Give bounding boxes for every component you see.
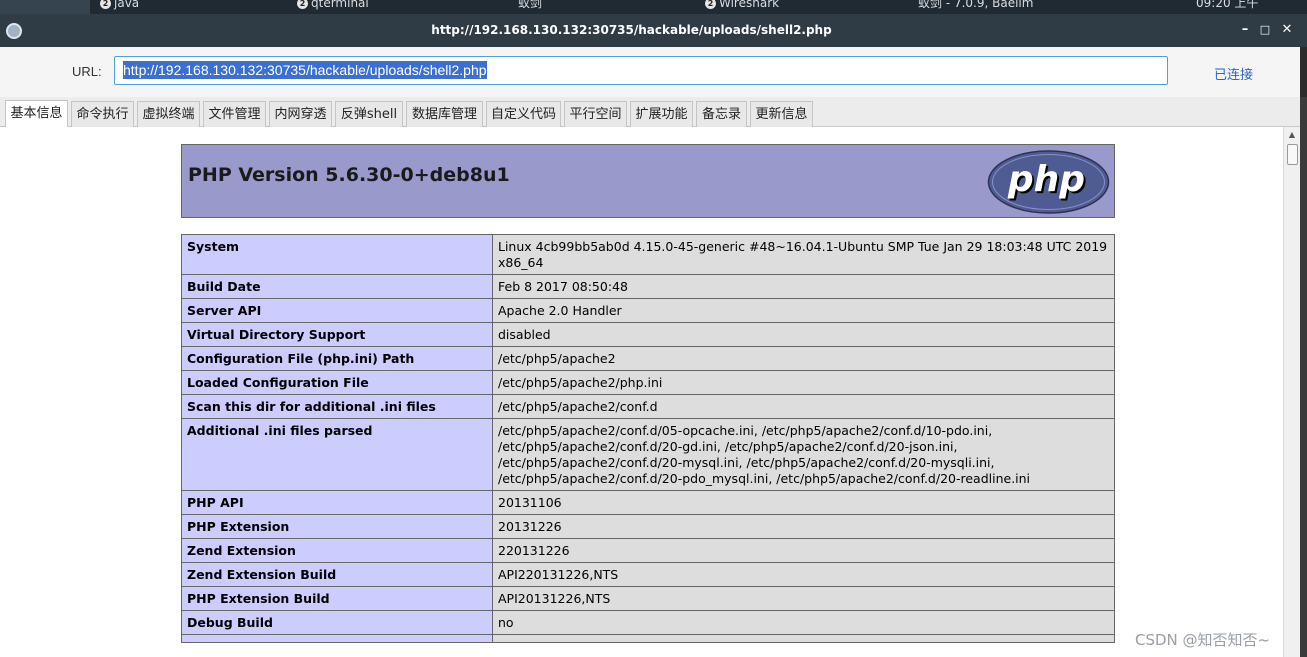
tab-database-manager[interactable]: 数据库管理 <box>406 101 483 127</box>
tab-file-manager[interactable]: 文件管理 <box>203 101 266 127</box>
info-value: 20131226 <box>492 514 1115 539</box>
url-value: http://192.168.130.132:30735/hackable/up… <box>123 61 487 79</box>
taskbar-item-wireshark[interactable]: 2 Wireshark <box>705 0 779 12</box>
table-row: Scan this dir for additional .ini files /… <box>181 394 1115 419</box>
clock-label: 09:20 上午 <box>1196 0 1259 10</box>
close-button[interactable]: ✕ <box>1280 23 1294 37</box>
info-value: 20131106 <box>492 490 1115 515</box>
info-value: /etc/php5/apache2/conf.d <box>492 394 1115 419</box>
window-edge <box>1300 97 1307 657</box>
info-value: Apache 2.0 Handler <box>492 298 1115 323</box>
tab-parallel-space[interactable]: 平行空间 <box>564 101 627 127</box>
info-key: Build Date <box>181 274 493 299</box>
info-key: System <box>181 234 493 275</box>
info-value: 220131226 <box>492 538 1115 563</box>
taskbar: 2 java 2 qterminal 蚁剑 2 Wireshark 蚁剑 - 7.0.… <box>0 0 1307 14</box>
info-value: /etc/php5/apache2 <box>492 346 1115 371</box>
vertical-scrollbar[interactable]: ▲ <box>1283 127 1300 657</box>
table-row: Configuration File (php.ini) Path/etc/ph… <box>181 346 1115 371</box>
taskbar-item-label: java <box>114 0 140 10</box>
taskbar-active-item[interactable] <box>0 0 90 14</box>
table-row <box>181 634 1115 643</box>
table-row: PHP Extension Build API20131226,NTS <box>181 586 1115 611</box>
taskbar-item-label: Wireshark <box>719 0 780 10</box>
info-value: no <box>492 610 1115 635</box>
window-title: http://192.168.130.132:30735/hackable/up… <box>431 23 832 37</box>
window-count-icon: 2 <box>297 0 308 9</box>
watermark: CSDN @知否知否~ <box>1135 631 1271 649</box>
taskbar-item-label: 蚁剑 <box>518 0 543 10</box>
tab-update-info[interactable]: 更新信息 <box>750 101 813 127</box>
tab-intranet-tunnel[interactable]: 内网穿透 <box>269 101 332 127</box>
scroll-up-arrow-icon[interactable]: ▲ <box>1284 127 1300 142</box>
info-value: /etc/php5/apache2/conf.d/05-opcache.ini,… <box>492 418 1115 491</box>
info-key: Server API <box>181 298 493 323</box>
minimize-button[interactable]: – <box>1238 23 1252 37</box>
tab-reverse-shell[interactable]: 反弹shell <box>335 101 403 127</box>
taskbar-item-antsword[interactable]: 蚁剑 <box>500 0 542 12</box>
taskbar-item-label: qterminal <box>311 0 369 10</box>
taskbar-item-label: 蚁剑 - 7.0.9, Baelim <box>918 0 1034 10</box>
tab-basic-info[interactable]: 基本信息 <box>5 100 68 128</box>
info-key: Zend Extension <box>181 538 493 563</box>
info-value: Feb 8 2017 08:50:48 <box>492 274 1115 299</box>
table-row: Debug Build no <box>181 610 1115 635</box>
table-row: Server API Apache 2.0 Handler <box>181 298 1115 323</box>
taskbar-item-antsword-2[interactable]: 蚁剑 - 7.0.9, Baelim <box>900 0 1033 12</box>
php-version-header: PHP Version 5.6.30-0+deb8u1 php php <box>181 144 1115 218</box>
table-row: Build Date Feb 8 2017 08:50:48 <box>181 274 1115 299</box>
table-row: Zend Extension 220131226 <box>181 538 1115 563</box>
info-key: Configuration File (php.ini) Path <box>181 346 493 371</box>
tab-strip: 基本信息 命令执行 虚拟终端 文件管理 内网穿透 反弹shell 数据库管理 自… <box>0 97 1300 128</box>
phpinfo-content: PHP Version 5.6.30-0+deb8u1 php php Syst… <box>0 127 1283 657</box>
info-value: /etc/php5/apache2/php.ini <box>492 370 1115 395</box>
tab-custom-code[interactable]: 自定义代码 <box>486 101 561 127</box>
info-key: Zend Extension Build <box>181 562 493 587</box>
table-row: Zend Extension Build API220131226,NTS <box>181 562 1115 587</box>
info-key: Scan this dir for additional .ini files <box>181 394 493 419</box>
phpinfo-table: System Linux 4cb99bb5ab0d 4.15.0-45-gener… <box>181 234 1115 643</box>
taskbar-item-qterminal[interactable]: 2 qterminal <box>297 0 369 12</box>
info-value <box>492 634 1115 643</box>
info-key: Loaded Configuration File <box>181 370 493 395</box>
table-row: Loaded Configuration File/etc/php5/apach… <box>181 370 1115 395</box>
table-row: Additional .ini files parsed/etc/php5/ap… <box>181 418 1115 491</box>
url-input[interactable]: http://192.168.130.132:30735/hackable/up… <box>114 56 1168 85</box>
connection-status: 已连接 <box>1214 68 1254 83</box>
maximize-button[interactable]: □ <box>1258 23 1272 37</box>
info-value: Linux 4cb99bb5ab0d 4.15.0-45-generic #48… <box>492 234 1115 275</box>
table-row: System Linux 4cb99bb5ab0d 4.15.0-45-gener… <box>181 234 1115 275</box>
info-key: PHP Extension Build <box>181 586 493 611</box>
table-row: PHP Extension 20131226 <box>181 514 1115 539</box>
info-key: PHP Extension <box>181 514 493 539</box>
info-key: Debug Build <box>181 610 493 635</box>
php-version-title: PHP Version 5.6.30-0+deb8u1 <box>188 164 510 186</box>
taskbar-item-java[interactable]: 2 java <box>100 0 139 12</box>
scroll-thumb[interactable] <box>1287 144 1298 165</box>
url-bar: URL: http://192.168.130.132:30735/hackab… <box>0 47 1300 97</box>
window-titlebar: http://192.168.130.132:30735/hackable/up… <box>0 14 1307 47</box>
info-value: API220131226,NTS <box>492 562 1115 587</box>
window-count-icon: 2 <box>100 0 111 9</box>
url-label: URL: <box>72 64 102 79</box>
table-row: PHP API 20131106 <box>181 490 1115 515</box>
info-key: PHP API <box>181 490 493 515</box>
info-value: API20131226,NTS <box>492 586 1115 611</box>
tab-virtual-terminal[interactable]: 虚拟终端 <box>137 101 200 127</box>
info-key <box>181 634 493 643</box>
info-value: disabled <box>492 322 1115 347</box>
tab-command-exec[interactable]: 命令执行 <box>71 101 134 127</box>
tab-memo[interactable]: 备忘录 <box>696 101 747 127</box>
info-key: Virtual Directory Support <box>181 322 493 347</box>
table-row: Virtual Directory Support disabled <box>181 322 1115 347</box>
taskbar-clock: 09:20 上午 <box>1196 0 1258 12</box>
php-logo-text-shadow: php <box>1007 159 1085 200</box>
info-key: Additional .ini files parsed <box>181 418 493 491</box>
window-count-icon: 2 <box>705 0 716 9</box>
tab-extensions[interactable]: 扩展功能 <box>630 101 693 127</box>
php-logo-icon: php php <box>987 150 1110 214</box>
